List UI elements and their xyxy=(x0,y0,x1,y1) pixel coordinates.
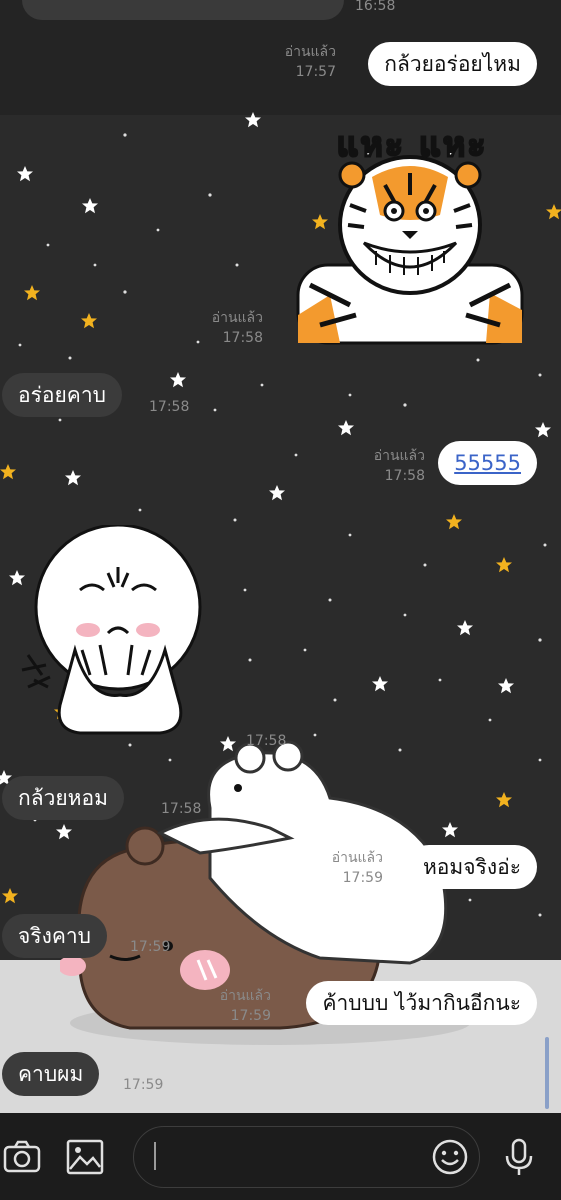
read-receipt: อ่านแล้ว xyxy=(373,448,425,464)
scrollbar[interactable] xyxy=(545,1037,549,1109)
message-meta: อ่านแล้ว 17:59 xyxy=(220,986,271,1026)
message-input[interactable] xyxy=(133,1126,480,1188)
message-time: 17:58 xyxy=(246,733,287,749)
read-receipt: อ่านแล้ว xyxy=(284,44,336,60)
message-meta: อ่านแล้ว 17:57 xyxy=(285,42,336,82)
message-bubble-outgoing[interactable]: กล้วยอร่อยไหม xyxy=(368,42,537,86)
text-caret xyxy=(154,1142,156,1170)
microphone-icon[interactable] xyxy=(499,1137,539,1177)
message-bubble-incoming[interactable]: กล้วยหอม xyxy=(2,776,124,820)
message-time: 17:58 xyxy=(222,330,263,346)
message-time: 17:58 xyxy=(161,801,202,817)
message-time: 17:57 xyxy=(295,64,336,80)
message-time: 17:59 xyxy=(230,1008,271,1024)
message-meta: อ่านแล้ว 17:59 xyxy=(332,848,383,888)
message-meta: อ่านแล้ว 17:58 xyxy=(374,446,425,486)
message-bubble-incoming[interactable]: อร่อยคาบ xyxy=(2,373,122,417)
message-time: 17:59 xyxy=(130,939,171,955)
read-receipt: อ่านแล้ว xyxy=(219,988,271,1004)
message-bubble-incoming[interactable]: จริงคาบ xyxy=(2,914,108,958)
message-bubble-outgoing[interactable]: ค้าบบบ ไว้มากินอีกนะ xyxy=(306,981,537,1025)
moon-face-sticker[interactable] xyxy=(20,523,210,740)
message-time: 17:59 xyxy=(123,1077,164,1093)
sticker-caption: แหะ แหะ xyxy=(335,124,488,166)
read-receipt: อ่านแล้ว xyxy=(331,850,383,866)
message-bubble-incoming[interactable]: คาบผม xyxy=(2,1052,100,1096)
message-bubble-outgoing[interactable]: หอมจริงอ่ะ xyxy=(406,845,537,889)
message-meta: อ่านแล้ว 17:58 xyxy=(212,308,263,348)
camera-icon[interactable] xyxy=(2,1137,42,1177)
tiger-laughing-sticker[interactable]: แหะ แหะ xyxy=(290,115,530,347)
emoji-icon[interactable] xyxy=(430,1137,470,1177)
message-time: 17:58 xyxy=(384,468,425,484)
image-icon[interactable] xyxy=(65,1137,105,1177)
message-time: 17:59 xyxy=(342,870,383,886)
message-time: 17:58 xyxy=(149,399,190,415)
read-receipt: อ่านแล้ว xyxy=(211,310,263,326)
message-bubble-outgoing-link[interactable]: 55555 xyxy=(438,441,537,485)
